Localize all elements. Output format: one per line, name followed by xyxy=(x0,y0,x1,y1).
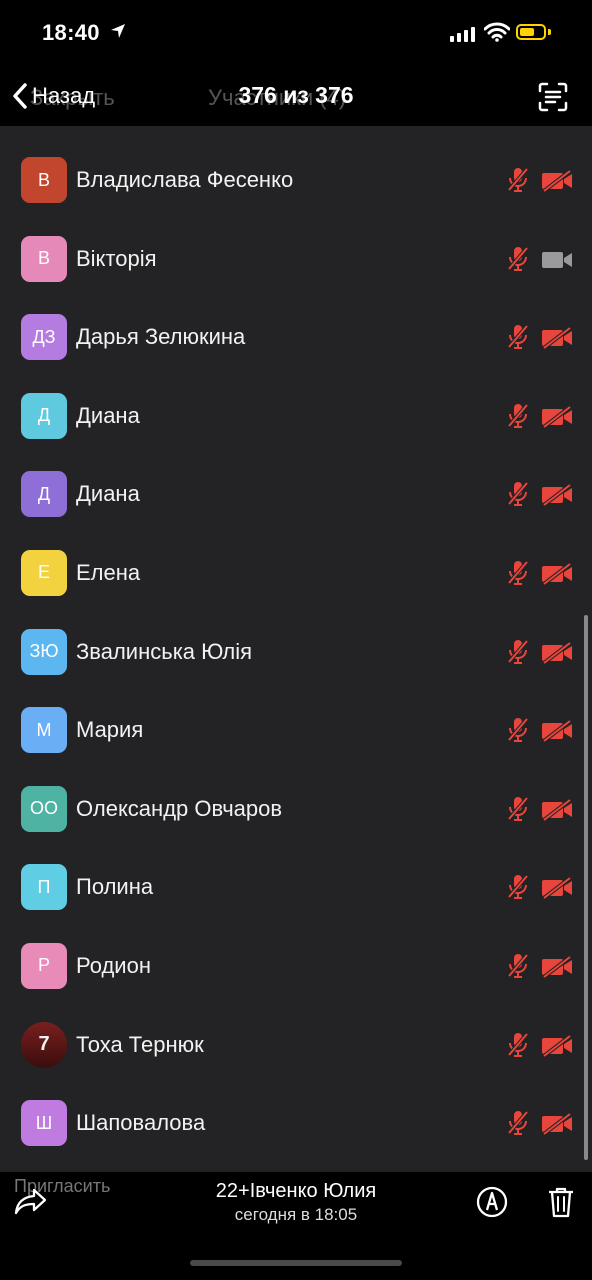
avatar: ДЗ xyxy=(21,314,67,361)
avatar: Ш xyxy=(21,1100,67,1147)
participant-name: Тоха Тернюк xyxy=(76,1031,204,1057)
participant-name: Владислава Фесенко xyxy=(76,167,294,192)
participant-row[interactable]: Д Диана xyxy=(0,454,592,533)
mic-muted-icon[interactable] xyxy=(506,1109,530,1137)
participant-row[interactable]: Е Елена xyxy=(0,533,592,612)
avatar: Е xyxy=(21,549,67,596)
page-title: 376 из 376 xyxy=(238,82,354,108)
mic-muted-icon[interactable] xyxy=(506,402,530,430)
avatar-initials: Р xyxy=(37,955,50,976)
avatar: Д xyxy=(21,471,67,518)
mic-muted-icon[interactable] xyxy=(506,716,530,744)
avatar: М xyxy=(21,707,67,754)
avatar: Р xyxy=(21,942,67,989)
avatar: В xyxy=(21,157,67,203)
participant-row[interactable]: ОО Олександр Овчаров xyxy=(0,769,592,848)
avatar: 7 xyxy=(21,1021,67,1068)
camera-off-icon[interactable] xyxy=(541,562,573,585)
participant-name: Звалинська Юлія xyxy=(76,638,253,664)
markup-pen-icon[interactable] xyxy=(476,1186,508,1218)
participant-name: Елена xyxy=(76,559,141,585)
avatar-initials: М xyxy=(36,719,52,740)
avatar: ЗЮ xyxy=(21,628,67,675)
avatar-initials: П xyxy=(37,876,51,897)
mic-muted-icon[interactable] xyxy=(506,245,530,273)
participant-row[interactable]: В Владислава Фесенко xyxy=(0,140,592,219)
camera-off-icon[interactable] xyxy=(541,405,573,428)
avatar-initials: В xyxy=(37,169,50,190)
participant-list: В Владислава Фесенко В Вікторія ДЗ Дарья Зелю… xyxy=(0,140,592,1162)
participant-name: Олександр Овчаров xyxy=(76,795,283,821)
camera-off-icon[interactable] xyxy=(541,484,573,507)
camera-icon[interactable] xyxy=(541,249,573,271)
mic-muted-icon[interactable] xyxy=(506,638,530,666)
avatar: П xyxy=(21,864,67,911)
home-indicator xyxy=(190,1260,402,1266)
battery-tip xyxy=(548,29,551,35)
participant-name: Дарья Зелюкина xyxy=(76,324,246,350)
trash-icon[interactable] xyxy=(548,1186,574,1218)
participant-row[interactable]: В Вікторія xyxy=(0,219,592,298)
camera-off-icon[interactable] xyxy=(541,798,573,821)
avatar-initials: Д xyxy=(37,405,51,426)
camera-off-icon[interactable] xyxy=(541,327,573,350)
battery-icon xyxy=(516,24,546,40)
participant-row[interactable]: Ш Шаповалова xyxy=(0,1083,592,1162)
participant-row[interactable]: Р Родион xyxy=(0,926,592,1005)
participant-name: Родион xyxy=(76,952,151,978)
mic-muted-icon[interactable] xyxy=(506,480,530,508)
bottom-toolbar: Пригласить 22+Івченко Юлия сегодня в 18:… xyxy=(0,1172,592,1280)
scrollbar[interactable] xyxy=(584,615,588,1160)
camera-off-icon[interactable] xyxy=(541,641,573,664)
avatar-initials: ЗЮ xyxy=(29,641,59,662)
mic-muted-icon[interactable] xyxy=(506,952,530,980)
mic-muted-icon[interactable] xyxy=(506,166,530,194)
participant-row[interactable]: П Полина xyxy=(0,847,592,926)
mic-muted-icon[interactable] xyxy=(506,795,530,823)
avatar-initials: ДЗ xyxy=(32,326,56,347)
participant-name: Диана xyxy=(76,481,140,507)
avatar-initials: 7 xyxy=(38,1033,50,1056)
navigation-bar: Закрыть Участники (4) Назад 376 из 376 xyxy=(0,68,592,126)
camera-off-icon[interactable] xyxy=(541,170,573,192)
mic-muted-icon[interactable] xyxy=(506,873,530,901)
avatar: В xyxy=(21,235,67,282)
status-time: 18:40 xyxy=(42,20,100,45)
location-arrow-icon xyxy=(111,24,125,38)
mic-muted-icon[interactable] xyxy=(506,1031,530,1059)
avatar-initials: Е xyxy=(37,562,50,583)
camera-off-icon[interactable] xyxy=(541,720,573,743)
wifi-icon xyxy=(484,22,510,42)
participant-name: Мария xyxy=(76,717,144,743)
participant-row[interactable]: Д Диана xyxy=(0,376,592,455)
avatar-initials: ОО xyxy=(29,798,58,819)
participant-name: Полина xyxy=(76,874,154,900)
participant-name: Шаповалова xyxy=(76,1110,206,1136)
participant-row[interactable]: М Мария xyxy=(0,690,592,769)
avatar: ОО xyxy=(21,785,67,832)
mic-muted-icon[interactable] xyxy=(506,323,530,351)
participant-row[interactable]: 7 Тоха Тернюк xyxy=(0,1005,592,1084)
camera-off-icon[interactable] xyxy=(541,955,573,978)
avatar-initials: Ш xyxy=(35,1112,53,1133)
status-bar: 18:40 xyxy=(0,0,592,68)
avatar: Д xyxy=(21,392,67,439)
participant-row[interactable]: ДЗ Дарья Зелюкина xyxy=(0,297,592,376)
text-scan-icon[interactable] xyxy=(538,82,568,112)
avatar-initials: Д xyxy=(37,483,51,504)
participant-name: Диана xyxy=(76,402,140,428)
cellular-signal-icon xyxy=(450,27,475,42)
mic-muted-icon[interactable] xyxy=(506,559,530,587)
participant-row[interactable]: ЗЮ Звалинська Юлія xyxy=(0,612,592,691)
camera-off-icon[interactable] xyxy=(541,1034,573,1057)
avatar-initials: В xyxy=(37,248,50,269)
camera-off-icon[interactable] xyxy=(541,1113,573,1136)
camera-off-icon[interactable] xyxy=(541,877,573,900)
participant-name: Вікторія xyxy=(76,245,157,271)
